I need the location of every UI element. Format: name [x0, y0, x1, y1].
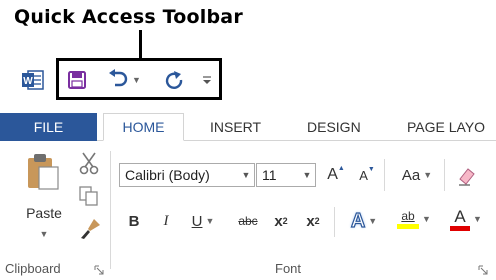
ribbon-home: Paste ▼ Clipboard Calibri (Body) ▼ 11 ▼ …: [0, 141, 496, 277]
font-family-value: Calibri (Body): [125, 167, 210, 183]
change-case-button[interactable]: Aa ▼: [396, 163, 438, 187]
tab-design[interactable]: DESIGN: [307, 113, 361, 141]
font-color-icon: A: [450, 206, 471, 231]
cut-icon[interactable]: [78, 151, 102, 175]
svg-text:W: W: [23, 76, 33, 87]
tab-insert[interactable]: INSERT: [210, 113, 261, 141]
subscript-digit: 2: [282, 216, 288, 226]
copy-icon[interactable]: [78, 185, 102, 209]
shrink-font-button[interactable]: A ▼: [356, 163, 378, 187]
strikethrough-button[interactable]: abc: [234, 209, 262, 233]
font-launcher-icon[interactable]: [478, 262, 488, 275]
word-app-icon[interactable]: W: [22, 70, 44, 90]
highlight-icon: ab: [397, 209, 420, 229]
paste-button[interactable]: Paste ▼: [20, 153, 68, 245]
chevron-down-icon: ▼: [302, 170, 312, 180]
font-color-button[interactable]: A ▼: [444, 207, 488, 231]
chevron-down-icon: ▼: [423, 170, 433, 180]
format-painter-icon[interactable]: [78, 217, 102, 241]
clear-formatting-icon[interactable]: [456, 165, 478, 187]
superscript-label: x: [306, 212, 315, 230]
ribbon-tabs: FILE HOME INSERT DESIGN PAGE LAYO: [0, 113, 496, 141]
subscript-button[interactable]: x2: [270, 209, 292, 233]
font-color-swatch: [450, 225, 471, 231]
bold-button[interactable]: B: [124, 209, 144, 233]
chevron-down-icon: ▼: [205, 216, 215, 226]
superscript-digit: 2: [314, 216, 320, 226]
text-effects-button[interactable]: A ▼: [344, 209, 384, 233]
divider: [444, 159, 445, 191]
highlight-label: ab: [401, 209, 415, 223]
paste-dropdown-icon[interactable]: ▼: [20, 229, 68, 239]
shrink-font-label: A: [359, 167, 368, 183]
grow-font-button[interactable]: A ▲: [325, 163, 347, 187]
underline-label: U: [191, 212, 203, 230]
grow-font-label: A: [327, 166, 338, 183]
font-family-select[interactable]: Calibri (Body) ▼: [119, 163, 255, 187]
change-case-label: Aa: [401, 166, 421, 184]
group-separator: [110, 151, 111, 269]
subscript-label: x: [274, 212, 283, 230]
paste-label: Paste: [26, 205, 62, 221]
callout-pointer-line: [139, 30, 142, 58]
font-group-label: Font: [275, 261, 302, 276]
grow-font-arrow-icon: ▲: [337, 164, 345, 172]
font-size-value: 11: [262, 167, 277, 183]
font-size-select[interactable]: 11 ▼: [256, 163, 316, 187]
italic-button[interactable]: I: [156, 209, 176, 233]
divider: [334, 207, 335, 237]
tab-home[interactable]: HOME: [103, 113, 184, 141]
paste-icon: [28, 154, 59, 190]
superscript-button[interactable]: x2: [302, 209, 324, 233]
callout-title: Quick Access Toolbar: [14, 6, 243, 28]
shrink-font-arrow-icon: ▼: [367, 165, 375, 173]
text-effects-label: A: [350, 209, 366, 232]
divider: [384, 159, 385, 191]
tab-page-layout[interactable]: PAGE LAYO: [407, 113, 485, 141]
clipboard-group-label: Clipboard: [5, 261, 61, 276]
chevron-down-icon: ▼: [368, 216, 378, 226]
chevron-down-icon: ▼: [473, 214, 482, 224]
underline-button[interactable]: U ▼: [188, 209, 218, 233]
highlight-swatch: [397, 224, 420, 229]
tab-file[interactable]: FILE: [0, 113, 97, 141]
chevron-down-icon: ▼: [422, 214, 431, 224]
clipboard-launcher-icon[interactable]: [94, 262, 104, 275]
chevron-down-icon: ▼: [241, 170, 251, 180]
qat-highlight-frame: [56, 58, 222, 100]
font-color-label: A: [454, 206, 466, 226]
highlight-color-button[interactable]: ab ▼: [392, 207, 436, 231]
